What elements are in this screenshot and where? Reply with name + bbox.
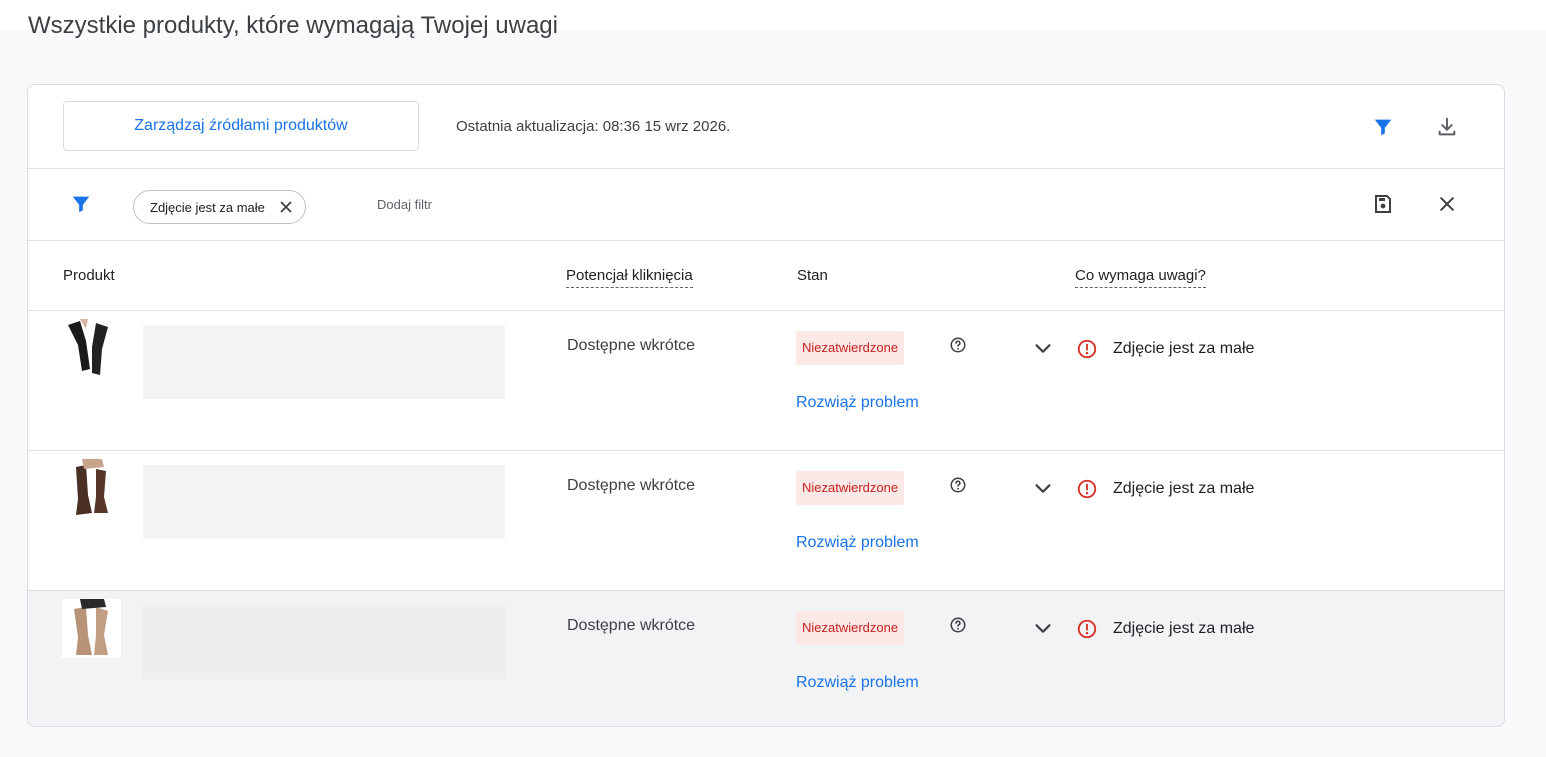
click-potential: Dostępne wkrótce <box>567 617 696 634</box>
product-name-placeholder <box>143 605 505 679</box>
status-badge: Niezatwierdzone <box>796 611 905 645</box>
help-icon[interactable] <box>949 336 967 359</box>
column-header-product[interactable]: Produkt <box>63 267 115 284</box>
issue-text: Zdjęcie jest za małe <box>1113 620 1255 637</box>
chevron-down-icon[interactable] <box>1032 618 1054 645</box>
table-row[interactable]: Dostępne wkrótce Niezatwierdzone Rozwiąż… <box>28 451 1504 591</box>
filter-chip-label: Zdjęcie jest za małe <box>150 199 265 215</box>
filter-icon[interactable] <box>65 188 97 220</box>
download-icon[interactable] <box>1431 111 1463 143</box>
help-icon[interactable] <box>949 616 967 639</box>
column-header-clicks[interactable]: Potencjał kliknięcia <box>566 267 693 288</box>
click-potential: Dostępne wkrótce <box>567 337 696 354</box>
resolve-problem-link[interactable]: Rozwiąż problem <box>796 674 919 692</box>
table-header: Produkt Potencjał kliknięcia Stan Co wym… <box>28 241 1504 311</box>
save-icon[interactable] <box>1367 188 1399 220</box>
toolbar: Zarządzaj źródłami produktów Ostatnia ak… <box>28 85 1504 169</box>
resolve-problem-link[interactable]: Rozwiąż problem <box>796 534 919 552</box>
page-title: Wszystkie produkty, które wymagają Twoje… <box>28 12 558 39</box>
issue-text: Zdjęcie jest za małe <box>1113 340 1255 357</box>
product-thumbnail[interactable] <box>62 599 121 658</box>
column-header-status[interactable]: Stan <box>797 267 828 284</box>
product-name-placeholder <box>143 325 505 399</box>
column-header-issue[interactable]: Co wymaga uwagi? <box>1075 267 1206 288</box>
error-icon <box>1076 478 1098 505</box>
product-name-placeholder <box>143 465 505 539</box>
filter-icon[interactable] <box>1367 111 1399 143</box>
filter-bar: Zdjęcie jest za małe Dodaj filtr <box>28 169 1504 241</box>
close-icon[interactable] <box>1431 188 1463 220</box>
manage-feeds-button[interactable]: Zarządzaj źródłami produktów <box>63 101 419 151</box>
add-filter-link[interactable]: Dodaj filtr <box>377 197 432 212</box>
resolve-problem-link[interactable]: Rozwiąż problem <box>796 394 919 412</box>
status-badge: Niezatwierdzone <box>796 331 905 365</box>
click-potential: Dostępne wkrótce <box>567 477 696 494</box>
filter-chip[interactable]: Zdjęcie jest za małe <box>133 190 306 224</box>
last-update-text: Ostatnia aktualizacja: 08:36 15 wrz 2026… <box>456 118 731 135</box>
help-icon[interactable] <box>949 476 967 499</box>
issue-text: Zdjęcie jest za małe <box>1113 480 1255 497</box>
table-row[interactable]: Dostępne wkrótce Niezatwierdzone Rozwiąż… <box>28 591 1504 726</box>
product-thumbnail[interactable] <box>62 319 121 378</box>
error-icon <box>1076 618 1098 645</box>
product-thumbnail[interactable] <box>62 459 121 518</box>
chevron-down-icon[interactable] <box>1032 338 1054 365</box>
close-icon[interactable] <box>277 198 295 216</box>
status-badge: Niezatwierdzone <box>796 471 905 505</box>
products-card: Zarządzaj źródłami produktów Ostatnia ak… <box>27 84 1505 727</box>
chevron-down-icon[interactable] <box>1032 478 1054 505</box>
table-row[interactable]: Dostępne wkrótce Niezatwierdzone Rozwiąż… <box>28 311 1504 451</box>
error-icon <box>1076 338 1098 365</box>
